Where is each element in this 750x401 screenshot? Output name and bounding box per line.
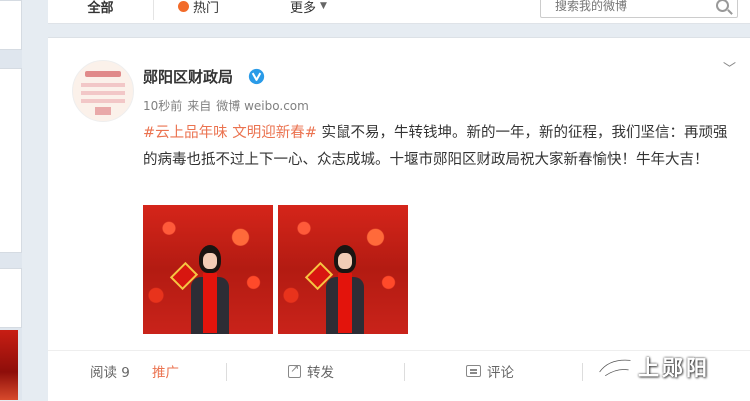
tab-more[interactable]: 更多 ▼ bbox=[290, 0, 327, 20]
search-box[interactable] bbox=[540, 0, 738, 18]
post-image-1[interactable] bbox=[143, 205, 273, 334]
share-icon bbox=[288, 362, 301, 378]
verified-icon bbox=[248, 68, 265, 85]
left-card bbox=[0, 68, 22, 253]
divider bbox=[404, 363, 405, 381]
tab-all[interactable]: 全部 bbox=[48, 0, 154, 20]
post-content: #云上品年味 文明迎新春# 实鼠不易，牛转钱坤。新的一年，新的征程，我们坚信：再… bbox=[143, 120, 728, 174]
read-count-label: 阅读 9 bbox=[90, 365, 130, 381]
post-time[interactable]: 10秒前 bbox=[143, 97, 182, 114]
watermark: 上郧阳 bbox=[596, 352, 710, 382]
divider bbox=[226, 363, 227, 381]
weibo-post-card: 郧阳区财政局 ﹀ 10秒前 来自 微博 weibo.com #云上品年味 文明迎… bbox=[48, 37, 750, 401]
post-image-2[interactable] bbox=[278, 205, 408, 334]
tab-more-label: 更多 bbox=[290, 0, 317, 16]
post-meta: 10秒前 来自 微博 weibo.com bbox=[143, 97, 309, 114]
promote-button[interactable]: 推广 bbox=[152, 351, 179, 391]
fire-icon bbox=[178, 0, 189, 12]
forward-button[interactable]: 转发 bbox=[288, 351, 334, 391]
promote-label: 推广 bbox=[152, 365, 179, 381]
left-sidebar-strip bbox=[0, 0, 22, 400]
search-icon[interactable] bbox=[716, 0, 729, 12]
comment-icon bbox=[466, 365, 481, 377]
post-username[interactable]: 郧阳区财政局 bbox=[143, 66, 233, 87]
forward-label: 转发 bbox=[307, 365, 334, 381]
post-source[interactable]: 微博 weibo.com bbox=[216, 97, 309, 114]
topic-link[interactable]: #云上品年味 文明迎新春# bbox=[143, 125, 317, 141]
chevron-down-icon[interactable]: ﹀ bbox=[723, 58, 736, 77]
feed-tab-bar: 全部 热门 更多 ▼ bbox=[48, 0, 750, 24]
divider bbox=[582, 363, 583, 381]
read-count: 阅读 9 bbox=[90, 351, 130, 391]
chevron-down-icon: ▼ bbox=[320, 1, 327, 11]
left-thumbnail bbox=[0, 330, 18, 400]
comment-button[interactable]: 评论 bbox=[466, 351, 514, 391]
tab-hot-label: 热门 bbox=[193, 0, 220, 16]
comment-label: 评论 bbox=[487, 365, 514, 381]
search-input[interactable] bbox=[553, 0, 717, 14]
left-card bbox=[0, 0, 22, 50]
watermark-logo-icon bbox=[598, 358, 632, 377]
tab-hot[interactable]: 热门 bbox=[178, 0, 219, 20]
watermark-text: 上郧阳 bbox=[638, 356, 710, 380]
avatar[interactable] bbox=[72, 60, 134, 122]
tab-all-label: 全部 bbox=[87, 0, 114, 16]
source-prefix: 来自 bbox=[187, 99, 212, 113]
left-card bbox=[0, 268, 22, 328]
